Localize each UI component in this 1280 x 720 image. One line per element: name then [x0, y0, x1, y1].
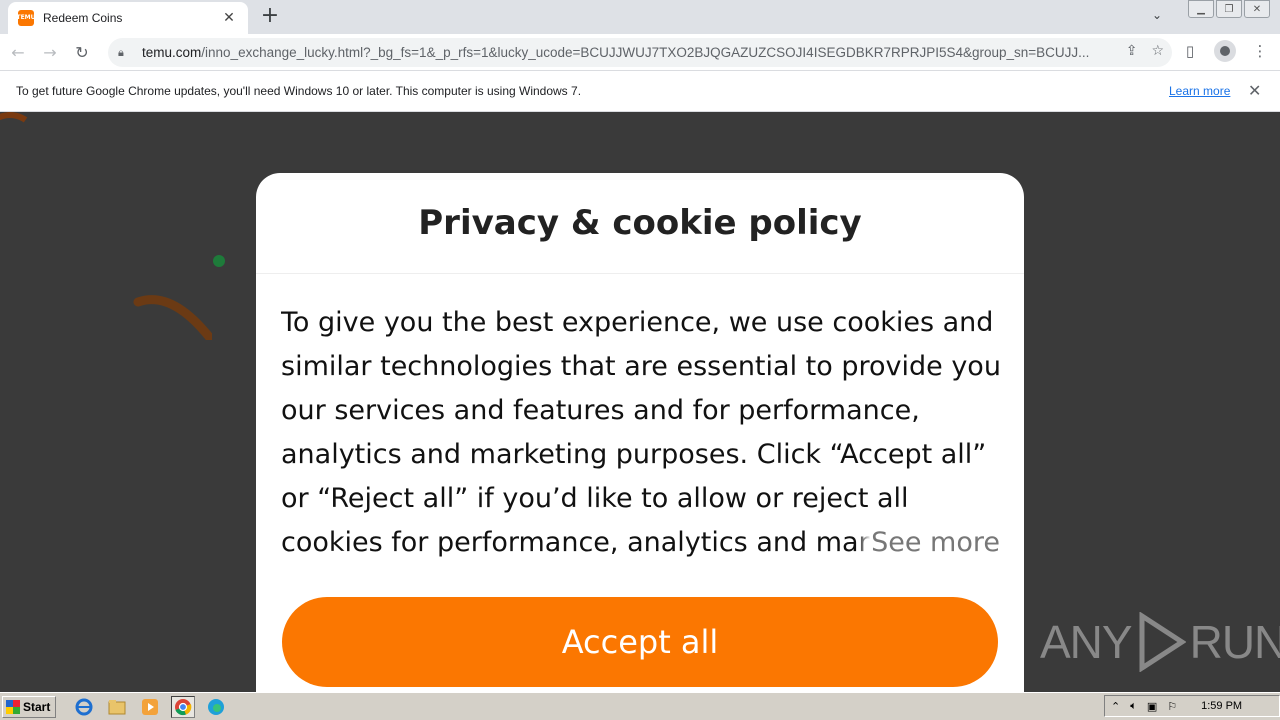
- share-icon[interactable]: ⇪: [1126, 43, 1138, 59]
- start-label: Start: [23, 699, 51, 714]
- url-host: temu.com: [142, 45, 202, 60]
- temu-favicon-icon: TEMU: [16, 10, 36, 26]
- background-decoration: [0, 112, 45, 177]
- lock-icon[interactable]: 🔒︎: [118, 46, 132, 60]
- tab-strip: TEMU Redeem Coins ✕ + ⌄ ▁ ❐ ✕: [0, 0, 1280, 34]
- tray-expand-icon[interactable]: ⌃: [1111, 700, 1120, 713]
- windows-logo-icon: [6, 699, 20, 714]
- forward-button[interactable]: →: [36, 38, 64, 66]
- system-tray: ⌃ 🔈︎ ▣ ⚐ 1:59 PM: [1104, 695, 1280, 717]
- reload-button[interactable]: ↻: [68, 38, 96, 66]
- tab-title: Redeem Coins: [43, 11, 123, 25]
- play-logo-icon: [1139, 612, 1186, 672]
- action-center-flag-icon[interactable]: ⚐: [1167, 700, 1177, 713]
- profile-avatar-icon[interactable]: [1214, 40, 1236, 62]
- infobar-close-icon[interactable]: ✕: [1248, 81, 1261, 100]
- accept-all-button[interactable]: Accept all: [282, 597, 998, 687]
- omnibox-actions: ⇪ ☆: [1126, 43, 1164, 59]
- media-player-icon[interactable]: [138, 696, 162, 718]
- learn-more-link[interactable]: Learn more: [1169, 84, 1230, 98]
- browser-toolbar: ← → ↻ 🔒︎ temu.com/inno_exchange_lucky.ht…: [0, 34, 1280, 71]
- menu-kebab-icon[interactable]: ⋮: [1248, 39, 1272, 63]
- browser-tab[interactable]: TEMU Redeem Coins ✕: [8, 2, 248, 34]
- spinner-dot: [213, 255, 225, 267]
- file-explorer-icon[interactable]: [105, 696, 129, 718]
- infobar-message: To get future Google Chrome updates, you…: [16, 84, 582, 98]
- see-more-link[interactable]: See more: [857, 521, 1000, 565]
- clock[interactable]: 1:59 PM: [1201, 700, 1242, 712]
- bookmark-star-icon[interactable]: ☆: [1151, 43, 1164, 59]
- back-button[interactable]: ←: [4, 38, 32, 66]
- windows-taskbar: Start ⌃ 🔈︎ ▣ ⚐ 1:59 PM: [0, 692, 1280, 720]
- close-window-button[interactable]: ✕: [1244, 0, 1270, 18]
- minimize-button[interactable]: ▁: [1188, 0, 1214, 18]
- start-button[interactable]: Start: [2, 695, 56, 718]
- internet-explorer-icon[interactable]: [72, 696, 96, 718]
- edge-icon[interactable]: [204, 696, 228, 718]
- url-text[interactable]: temu.com/inno_exchange_lucky.html?_bg_fs…: [142, 45, 1102, 60]
- update-infobar: To get future Google Chrome updates, you…: [0, 71, 1280, 112]
- address-bar[interactable]: 🔒︎ temu.com/inno_exchange_lucky.html?_bg…: [108, 38, 1172, 67]
- cookie-policy-dialog: Privacy & cookie policy To give you the …: [256, 173, 1024, 692]
- divider: [256, 273, 1024, 274]
- page-content: Privacy & cookie policy To give you the …: [0, 112, 1280, 692]
- url-path: /inno_exchange_lucky.html?_bg_fs=1&_p_rf…: [201, 45, 1090, 60]
- dialog-title: Privacy & cookie policy: [418, 203, 862, 243]
- side-panel-icon[interactable]: ▯: [1178, 39, 1202, 63]
- toolbar-right: ▯ ⋮: [1178, 39, 1272, 63]
- restore-button[interactable]: ❐: [1216, 0, 1242, 18]
- new-tab-button[interactable]: +: [258, 5, 282, 29]
- network-icon[interactable]: ▣: [1147, 700, 1157, 713]
- watermark-right: RUN: [1189, 616, 1280, 668]
- window-controls: ▁ ❐ ✕: [1186, 0, 1270, 18]
- tab-search-chevron-icon[interactable]: ⌄: [1152, 8, 1162, 22]
- tab-close-icon[interactable]: ✕: [220, 10, 238, 26]
- anyrun-watermark: ANY RUN: [1040, 612, 1280, 672]
- volume-icon[interactable]: 🔈︎: [1130, 699, 1137, 713]
- loading-spinner-icon: [133, 295, 212, 340]
- chrome-taskbar-icon[interactable]: [171, 695, 195, 718]
- watermark-left: ANY: [1040, 616, 1133, 668]
